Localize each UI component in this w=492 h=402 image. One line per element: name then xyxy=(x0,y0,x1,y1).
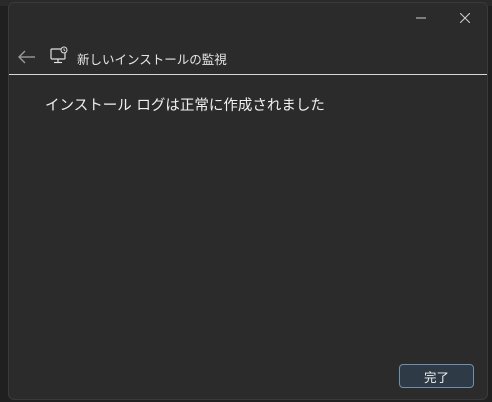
minimize-icon xyxy=(416,17,426,19)
minimize-button[interactable] xyxy=(399,3,443,33)
window-controls xyxy=(399,3,487,33)
dialog-window: 新しいインストールの監視 インストール ログは正常に作成されました 完了 xyxy=(8,2,488,400)
back-arrow-icon xyxy=(18,50,35,64)
close-button[interactable] xyxy=(443,3,487,33)
close-icon xyxy=(460,13,470,23)
status-message: インストール ログは正常に作成されました xyxy=(45,98,325,114)
page-title: 新しいインストールの監視 xyxy=(77,52,227,67)
dialog-header: 新しいインストールの監視 xyxy=(9,41,487,75)
header-divider xyxy=(9,74,487,75)
monitor-icon xyxy=(50,46,68,64)
back-button[interactable] xyxy=(15,45,39,69)
done-button[interactable]: 完了 xyxy=(399,364,474,388)
